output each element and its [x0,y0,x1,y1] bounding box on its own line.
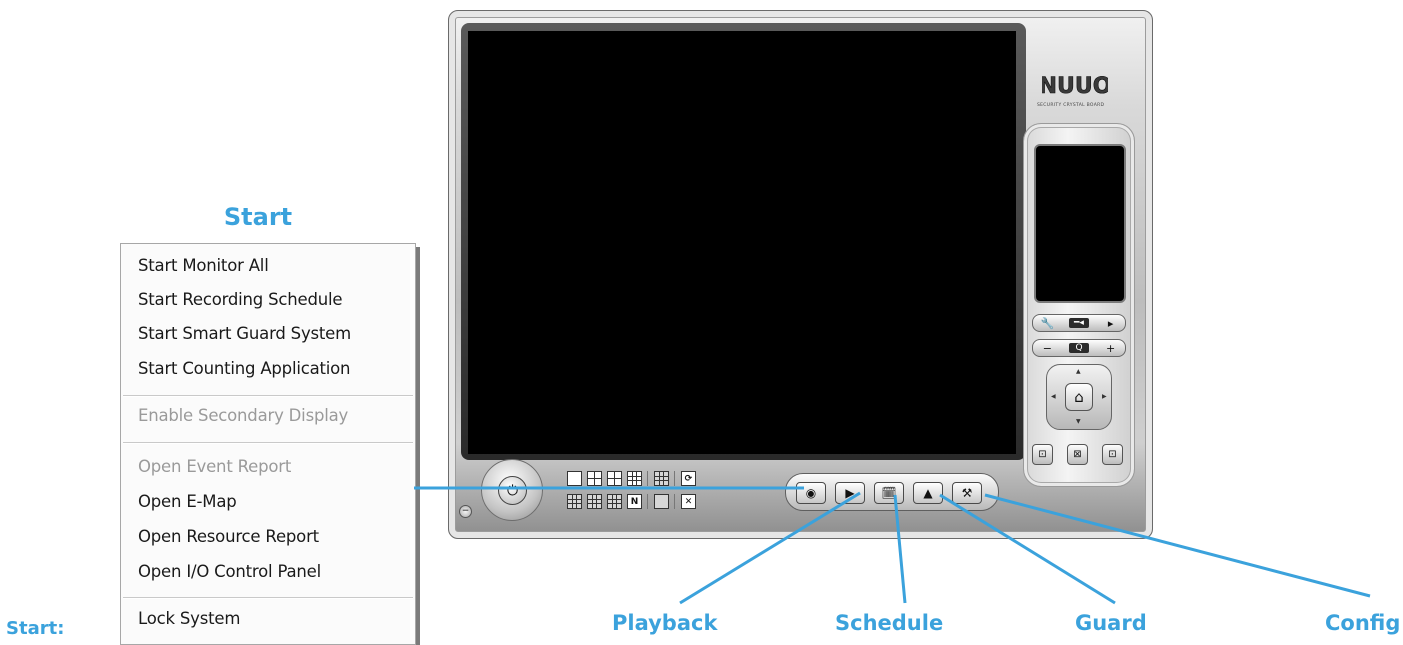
wrench-icon[interactable]: 🔧 [1040,317,1054,330]
menu-item-enable-secondary-display[interactable]: Enable Secondary Display [138,406,348,425]
schedule-callout-label: Schedule [835,611,944,635]
zoom-in-button[interactable]: + [1104,342,1118,355]
menu-separator [123,442,413,444]
focus-auto-button[interactable]: ⊠ [1067,444,1088,465]
wrench-icon: ⚒ [961,486,973,500]
layout-1plus5-button[interactable] [607,471,622,486]
focus-far-button[interactable]: ⊡ [1102,444,1123,465]
nuuo-logo: NUUO [1042,74,1108,99]
logo-subtitle: SECURITY CRYSTAL BOARD [1037,103,1105,108]
main-console-window: NUUO SECURITY CRYSTAL BOARD 🔧 ━◂ ▸ − Q +… [448,10,1153,539]
start-menu: Start Monitor All Start Recording Schedu… [120,243,416,645]
arrow-right-icon[interactable]: ▶ [1102,393,1107,400]
start-caption-label: Start: [6,618,65,639]
playback-button[interactable]: ▶ [835,482,865,504]
menu-item-open-event-report[interactable]: Open Event Report [138,457,291,476]
menu-item-open-io-control-panel[interactable]: Open I/O Control Panel [138,562,321,581]
schedule-button[interactable]: 🗓 [874,482,904,504]
schedule-icon: 🗓 [881,486,897,500]
arrow-left-icon[interactable]: ◀ [1051,393,1056,400]
guard-button[interactable]: ▲ [913,482,943,504]
playback-icon: ▶ [845,486,855,500]
fullscreen-icon[interactable] [654,494,669,509]
menu-item-start-monitor-all[interactable]: Start Monitor All [138,256,269,275]
menu-item-lock-system[interactable]: Lock System [138,609,240,628]
layout-full-button[interactable] [654,471,669,486]
video-display[interactable] [468,31,1016,454]
playback-callout-label: Playback [612,611,718,635]
menu-item-open-resource-report[interactable]: Open Resource Report [138,527,319,546]
layout-3x3-button[interactable] [627,471,642,486]
logo-text: NUUO [1042,74,1108,99]
menu-item-start-recording-schedule[interactable]: Start Recording Schedule [138,290,343,309]
layout-4x4-button[interactable] [567,494,582,509]
layout-n-button[interactable]: N [627,494,642,509]
layout-5x5-button[interactable] [587,494,602,509]
start-callout-label: Start [223,203,293,231]
config-button[interactable]: ⚒ [952,482,982,504]
config-callout-label: Config [1325,611,1401,635]
ptz-preset-bar: 🔧 ━◂ ▸ [1032,314,1126,332]
ptz-direction-pad[interactable]: ▲ ▼ ◀ ▶ ⌂ [1046,364,1112,430]
ptz-control-panel: 🔧 ━◂ ▸ − Q + ▲ ▼ ◀ ▶ ⌂ ⊡ ⊠ ⊡ [1023,123,1135,487]
close-view-icon[interactable]: ✕ [681,494,696,509]
auto-scan-icon[interactable]: ⟳ [681,471,696,486]
home-icon[interactable]: ⌂ [1065,383,1093,411]
zoom-icon[interactable]: Q [1068,343,1089,353]
ptz-preview [1034,144,1126,303]
record-icon: ◉ [805,486,817,500]
arrow-up-icon[interactable]: ▲ [1076,368,1081,375]
minimize-button[interactable]: − [459,505,472,518]
preset-slider-icon[interactable]: ━◂ [1068,318,1089,328]
focus-near-button[interactable]: ⊡ [1032,444,1053,465]
warning-icon: ▲ [923,486,933,500]
start-dial[interactable]: ⏻ [481,459,543,521]
ptz-zoom-bar: − Q + [1032,339,1126,357]
layout-2x2-button[interactable] [587,471,602,486]
zoom-out-button[interactable]: − [1040,342,1054,355]
arrow-down-icon[interactable]: ▼ [1076,418,1081,425]
menu-item-open-e-map[interactable]: Open E-Map [138,492,237,511]
menu-item-start-counting-application[interactable]: Start Counting Application [138,359,351,378]
play-icon[interactable]: ▸ [1104,317,1118,330]
power-icon[interactable]: ⏻ [498,476,527,505]
menu-separator [123,597,413,599]
menu-item-start-smart-guard[interactable]: Start Smart Guard System [138,324,351,343]
layout-1x1-button[interactable] [567,471,582,486]
guard-callout-label: Guard [1075,611,1147,635]
menu-separator [123,395,413,397]
layout-6x6-button[interactable] [607,494,622,509]
function-button-bar: ◉ ▶ 🗓 ▲ ⚒ [785,473,999,511]
start-button[interactable]: ◉ [796,482,826,504]
